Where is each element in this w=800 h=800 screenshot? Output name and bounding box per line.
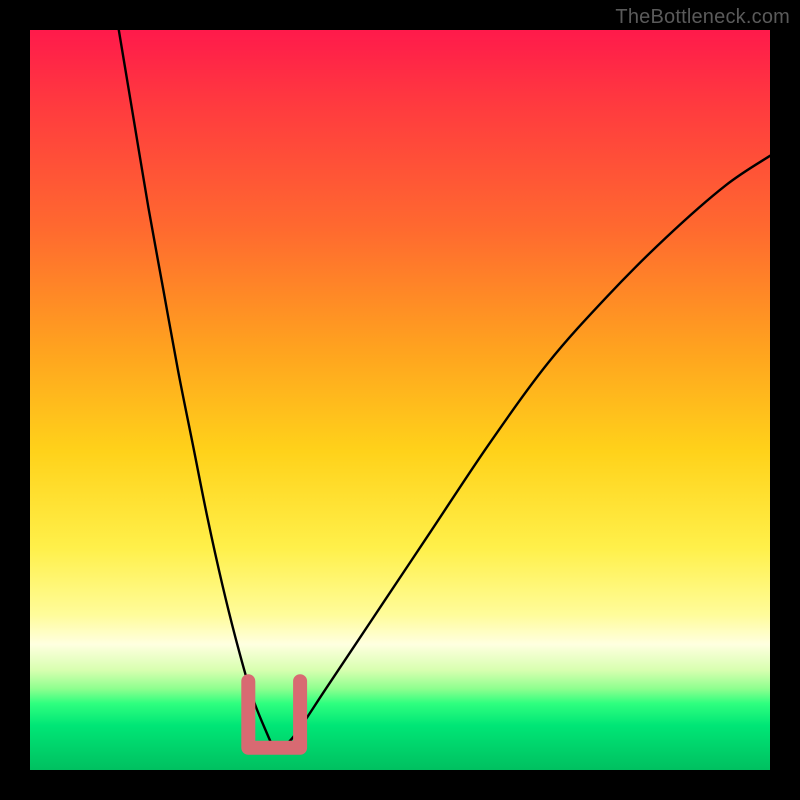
curve-layer bbox=[30, 30, 770, 770]
watermark-text: TheBottleneck.com bbox=[615, 6, 790, 29]
bottleneck-curve bbox=[119, 30, 770, 750]
plot-area bbox=[30, 30, 770, 770]
chart-frame: TheBottleneck.com bbox=[0, 0, 800, 800]
